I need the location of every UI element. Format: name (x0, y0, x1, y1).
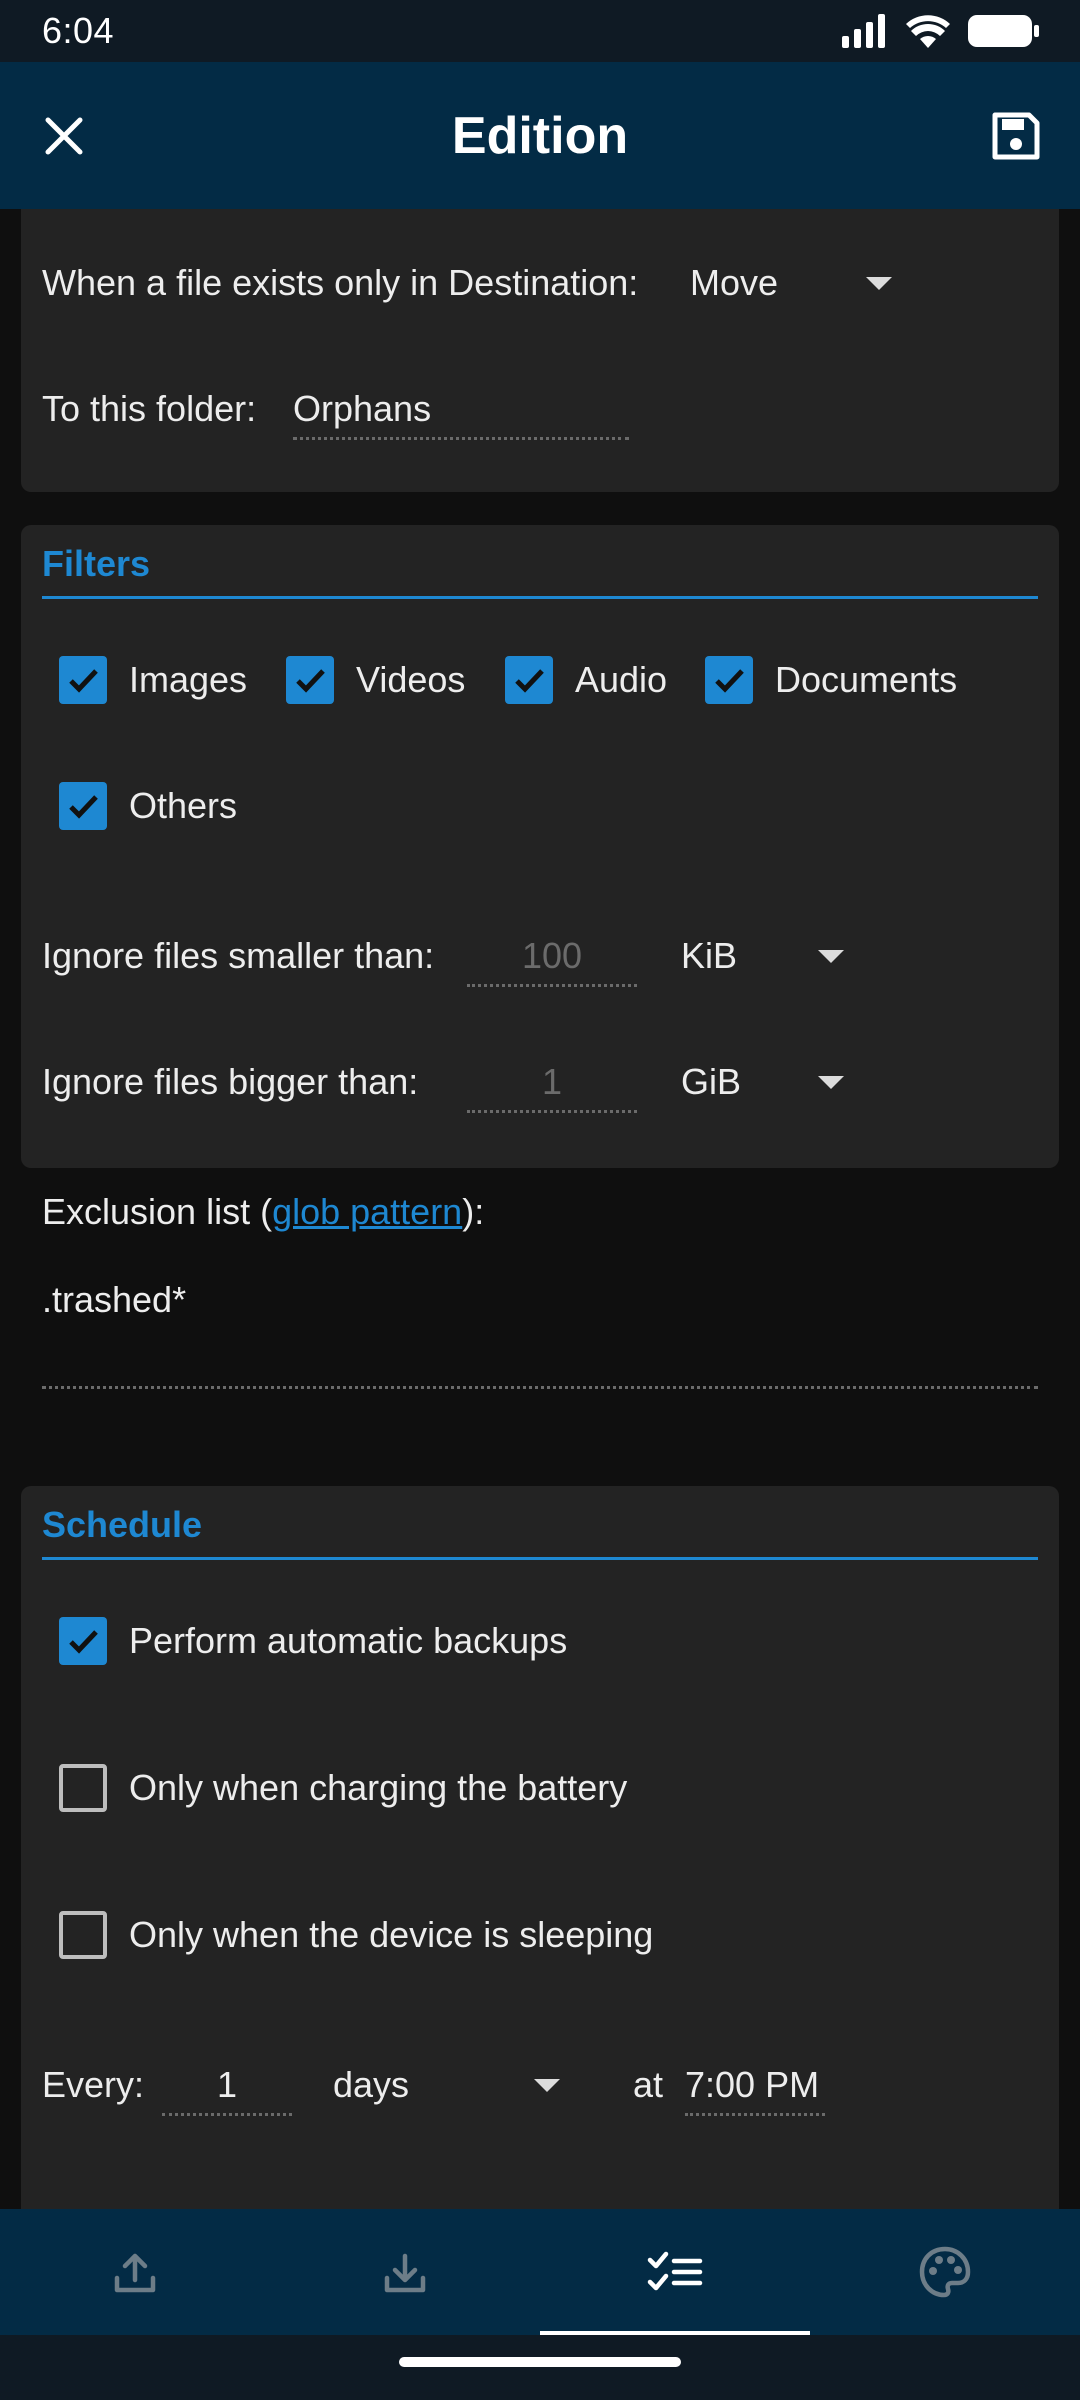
save-button[interactable] (982, 102, 1050, 170)
smaller-unit-value: KiB (681, 935, 738, 976)
schedule-title: Schedule (42, 1504, 203, 1545)
filters-divider (42, 596, 1038, 599)
close-icon (45, 117, 83, 155)
caret-down-icon (818, 1076, 844, 1089)
charging-label: Only when charging the battery (129, 1767, 628, 1808)
filter-documents-label: Documents (775, 659, 958, 700)
page-title: Edition (451, 106, 629, 165)
exclusion-list-value: .trashed* (42, 1279, 187, 1320)
nav-theme[interactable] (810, 2209, 1080, 2335)
filters-title: Filters (42, 543, 151, 584)
caret-down-icon (866, 277, 892, 290)
filter-audio-checkbox[interactable]: Audio (505, 656, 667, 704)
schedule-divider (42, 1557, 1038, 1560)
bigger-unit-dropdown[interactable]: GiB (681, 1056, 881, 1108)
download-icon (384, 2253, 426, 2293)
exclusion-suffix: ): (462, 1191, 485, 1232)
filter-audio-label: Audio (575, 659, 668, 700)
dest-only-dropdown[interactable]: Move (690, 257, 930, 309)
filter-documents-checkbox[interactable]: Documents (705, 656, 957, 704)
checkbox-checked-icon (59, 656, 107, 704)
home-indicator[interactable] (399, 2357, 681, 2367)
signal-icon (842, 14, 885, 48)
exclusion-list-label: Exclusion list (glob pattern): (42, 1191, 484, 1233)
dest-only-value: Move (690, 262, 779, 303)
at-label: at (633, 2064, 664, 2105)
smaller-unit-dropdown[interactable]: KiB (681, 930, 881, 982)
nav-download[interactable] (270, 2209, 540, 2335)
checkbox-checked-icon (705, 656, 753, 704)
bigger-than-label: Ignore files bigger than: (42, 1061, 419, 1102)
app-bar: Edition (0, 62, 1080, 209)
every-label: Every: (42, 2064, 145, 2105)
time-input[interactable]: 7:00 PM (685, 2064, 825, 2116)
filter-others-checkbox[interactable]: Others (59, 782, 237, 830)
filter-videos-checkbox[interactable]: Videos (286, 656, 465, 704)
smaller-than-label: Ignore files smaller than: (42, 935, 435, 976)
exclusion-prefix: Exclusion list ( (42, 1191, 273, 1232)
every-unit-dropdown[interactable]: days (333, 2059, 593, 2111)
smaller-than-input[interactable]: 100 (467, 935, 637, 987)
checkbox-checked-icon (286, 656, 334, 704)
nav-upload[interactable] (0, 2209, 270, 2335)
every-input[interactable]: 1 (162, 2064, 292, 2116)
charging-checkbox[interactable]: Only when charging the battery (59, 1764, 627, 1812)
filter-images-checkbox[interactable]: Images (59, 656, 247, 704)
filters-card: Filters Images Videos Audio Documents Ot… (21, 525, 1059, 1168)
schedule-card: Schedule Perform automatic backups Only … (21, 1486, 1059, 2209)
folder-label: To this folder: (42, 388, 257, 429)
checkbox-checked-icon (59, 1617, 107, 1665)
battery-icon (968, 15, 1039, 47)
caret-down-icon (534, 2079, 560, 2092)
filter-videos-label: Videos (356, 659, 466, 700)
status-bar: 6:04 (0, 0, 1080, 62)
auto-backup-label: Perform automatic backups (129, 1620, 568, 1661)
edition-form[interactable]: When a file exists only in Destination: … (0, 209, 1080, 2209)
checklist-icon (647, 2251, 703, 2291)
folder-input[interactable]: Orphans (293, 388, 629, 440)
bigger-unit-value: GiB (681, 1061, 742, 1102)
every-unit-value: days (333, 2064, 410, 2105)
sleeping-checkbox[interactable]: Only when the device is sleeping (59, 1911, 653, 1959)
wifi-icon (906, 15, 950, 48)
save-icon (992, 112, 1040, 160)
dest-only-label: When a file exists only in Destination: (42, 262, 639, 303)
upload-icon (114, 2253, 156, 2293)
exclusion-list-textarea[interactable]: .trashed* (42, 1279, 1038, 1389)
close-button[interactable] (30, 102, 98, 170)
gesture-area (0, 2335, 1080, 2400)
checkbox-unchecked-icon (59, 1764, 107, 1812)
sleeping-label: Only when the device is sleeping (129, 1914, 654, 1955)
bigger-than-input[interactable]: 1 (467, 1061, 637, 1113)
sync-options-card: When a file exists only in Destination: … (21, 209, 1059, 492)
palette-icon (919, 2246, 971, 2298)
bottom-nav (0, 2209, 1080, 2335)
filter-others-label: Others (129, 785, 238, 826)
auto-backup-checkbox[interactable]: Perform automatic backups (59, 1617, 567, 1665)
status-icons (842, 13, 1040, 49)
checkbox-checked-icon (505, 656, 553, 704)
checkbox-unchecked-icon (59, 1911, 107, 1959)
status-time: 6:04 (42, 10, 115, 51)
caret-down-icon (818, 950, 844, 963)
glob-pattern-link[interactable]: glob pattern (272, 1191, 462, 1232)
checkbox-checked-icon (59, 782, 107, 830)
nav-tasks[interactable] (540, 2209, 810, 2335)
filter-images-label: Images (129, 659, 248, 700)
